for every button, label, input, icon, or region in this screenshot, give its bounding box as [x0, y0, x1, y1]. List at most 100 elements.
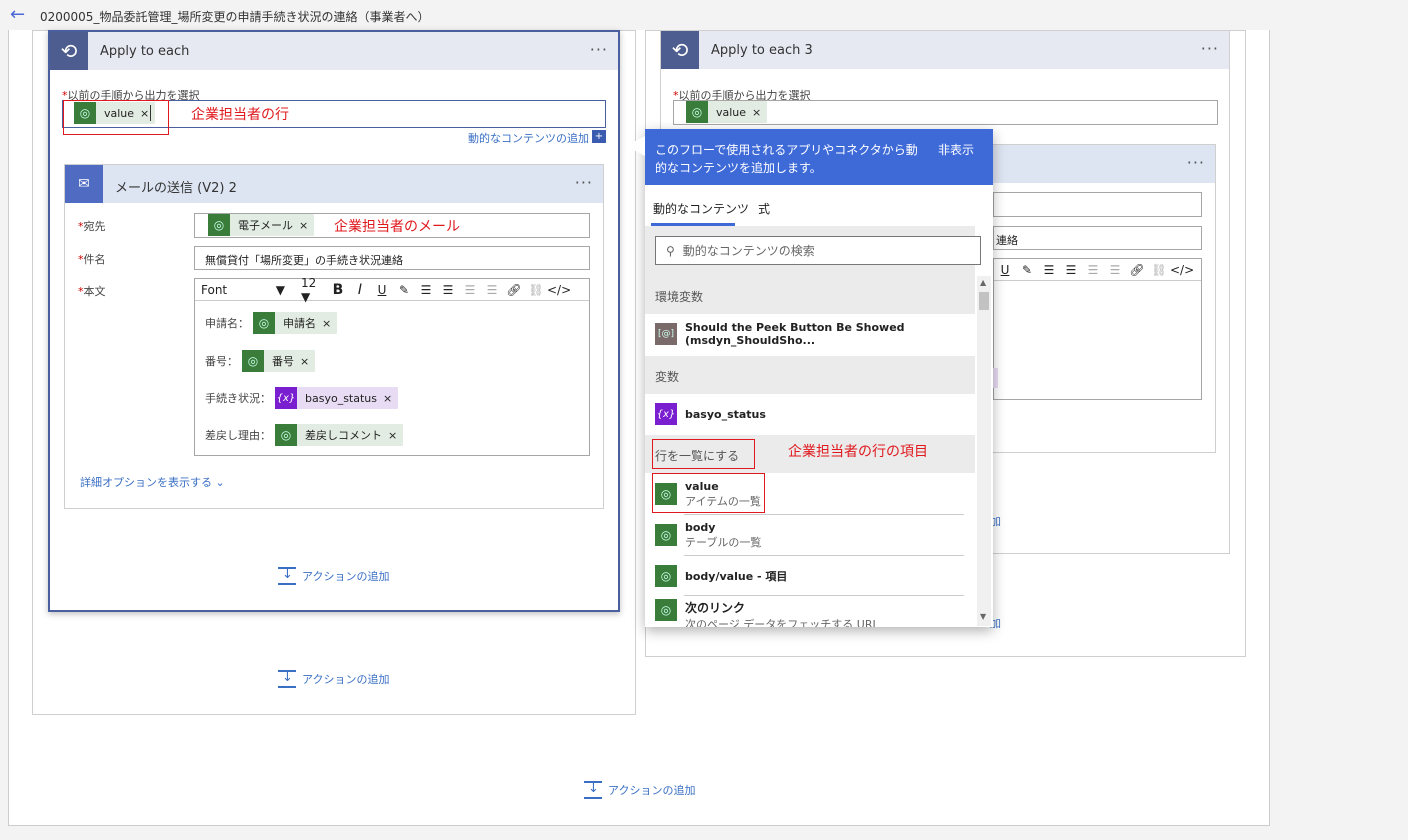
panel-description: このフローで使用されるアプリやコネクタから動的なコンテンツを追加します。: [655, 143, 918, 175]
panel-header: このフローで使用されるアプリやコネクタから動的なコンテンツを追加します。 非表示: [645, 129, 993, 185]
numbered-list-icon[interactable]: ☰: [1060, 263, 1082, 277]
annotation-box: [652, 473, 765, 513]
card-header[interactable]: ⟲ Apply to each ···: [50, 32, 618, 70]
dynamic-content-panel: このフローで使用されるアプリやコネクタから動的なコンテンツを追加します。 非表示…: [645, 129, 993, 627]
more-options-icon[interactable]: ···: [1201, 39, 1219, 58]
more-options-icon[interactable]: ···: [590, 40, 608, 59]
number-token[interactable]: ◎ 番号 ×: [242, 350, 316, 372]
remove-token-icon[interactable]: ×: [383, 392, 398, 405]
annotation-row-items: 企業担当者の行の項目: [788, 444, 928, 460]
indent-icon[interactable]: ☰: [1104, 263, 1126, 277]
add-action-button-inner[interactable]: アクションの追加: [278, 567, 389, 585]
remove-token-icon[interactable]: ×: [140, 107, 155, 120]
add-action-button-outer[interactable]: アクションの追加: [278, 670, 389, 688]
font-select[interactable]: Font ▼: [195, 283, 291, 297]
remove-token-icon[interactable]: ×: [388, 429, 403, 442]
dataverse-icon: ◎: [74, 102, 96, 124]
variable-icon: {x}: [275, 387, 297, 409]
subject-value: 無償貸付「場所変更」の手続き状況連絡: [205, 254, 403, 267]
list-item[interactable]: {x} basyo_status: [645, 394, 975, 434]
font-size-select[interactable]: 12 ▼: [291, 276, 327, 304]
to-label: *宛先: [78, 220, 106, 233]
dataverse-icon: ◎: [253, 312, 275, 334]
unlink-icon[interactable]: ⛓︎: [1148, 263, 1170, 277]
tab-dynamic-content[interactable]: 動的なコンテンツ: [653, 200, 749, 217]
link-icon[interactable]: 🔗︎: [503, 283, 525, 297]
body-line-2: 番号： ◎ 番号 ×: [205, 350, 316, 372]
annotation-row: 企業担当者の行: [191, 107, 289, 123]
right-to-input[interactable]: [993, 192, 1202, 217]
unlink-icon[interactable]: ⛓︎: [525, 283, 547, 297]
mail-more-options-icon[interactable]: ···: [1187, 153, 1205, 172]
numbered-list-icon[interactable]: ☰: [437, 283, 459, 297]
add-action-icon: [584, 781, 602, 799]
add-action-button-bottom[interactable]: アクションの追加: [584, 781, 695, 799]
mail-more-options-icon[interactable]: ···: [575, 173, 593, 192]
list-item[interactable]: ◎ 次のリンク 次のページ データをフェッチする URL: [645, 599, 975, 627]
divider: [684, 555, 964, 556]
card-title: Apply to each 3: [711, 43, 813, 58]
remove-token-icon[interactable]: ×: [752, 106, 767, 119]
scroll-up-icon[interactable]: ▲: [980, 278, 986, 287]
add-dynamic-icon[interactable]: +: [592, 130, 606, 143]
dataverse-icon: ◎: [686, 101, 708, 123]
dataverse-icon: ◎: [208, 214, 230, 236]
indent-icon[interactable]: ☰: [481, 283, 503, 297]
scrollbar[interactable]: ▲ ▼: [977, 276, 991, 626]
mail-card-header[interactable]: ✉ メールの送信 (V2) 2 ···: [65, 165, 603, 203]
list-item[interactable]: [@] Should the Peek Button Be Showed (ms…: [645, 314, 975, 354]
mail-card-title: メールの送信 (V2) 2: [115, 181, 237, 196]
code-view-icon[interactable]: </>: [547, 283, 571, 297]
value-token[interactable]: ◎ value ×: [74, 102, 156, 124]
value-token-right[interactable]: ◎ value ×: [686, 101, 768, 123]
remove-token-icon[interactable]: ×: [300, 355, 315, 368]
right-editor-toolbar: U ✎ ☰ ☰ ☰ ☰ 🔗︎ ⛓︎ </>: [994, 259, 1201, 281]
bullet-list-icon[interactable]: ☰: [1038, 263, 1060, 277]
bold-icon[interactable]: B: [327, 282, 349, 298]
add-action-icon: [278, 567, 296, 585]
show-advanced-options-link[interactable]: 詳細オプションを表示する ⌄: [80, 474, 225, 490]
variable-icon: {x}: [655, 403, 677, 425]
search-input[interactable]: ⚲ 動的なコンテンツの検索: [655, 236, 981, 265]
body-line-1: 申請名： ◎ 申請名 ×: [205, 312, 338, 334]
status-variable-token[interactable]: {x} basyo_status ×: [275, 387, 399, 409]
right-subject-input[interactable]: [993, 226, 1202, 250]
return-comment-token[interactable]: ◎ 差戻しコメント ×: [275, 424, 404, 446]
dataverse-icon: ◎: [242, 350, 264, 372]
email-token[interactable]: ◎ 電子メール ×: [208, 214, 315, 236]
add-dynamic-content-link[interactable]: 動的なコンテンツの追加: [468, 130, 589, 146]
dataverse-icon: ◎: [655, 565, 677, 587]
remove-token-icon[interactable]: ×: [299, 219, 314, 232]
top-bar: ← 0200005_物品委託管理_場所変更の申請手続き状況の連絡（事業者へ）: [0, 0, 1408, 30]
link-icon[interactable]: 🔗︎: [1126, 263, 1148, 277]
loop-icon: ⟲: [50, 32, 88, 70]
underline-icon[interactable]: U: [994, 263, 1016, 277]
outdent-icon[interactable]: ☰: [1082, 263, 1104, 277]
text-cursor: [150, 105, 151, 121]
scrollbar-thumb[interactable]: [979, 292, 989, 310]
body-line-4: 差戻し理由： ◎ 差戻しコメント ×: [205, 424, 404, 446]
hide-button[interactable]: 非表示: [938, 141, 974, 159]
remove-token-icon[interactable]: ×: [322, 317, 337, 330]
bullet-list-icon[interactable]: ☰: [415, 283, 437, 297]
italic-icon[interactable]: I: [349, 282, 371, 298]
flow-title: 0200005_物品委託管理_場所変更の申請手続き状況の連絡（事業者へ）: [40, 10, 430, 24]
chevron-down-icon: ⌄: [215, 476, 225, 489]
outdent-icon[interactable]: ☰: [459, 283, 481, 297]
section-variables: 変数: [645, 356, 975, 394]
loop-icon: ⟲: [661, 31, 699, 69]
application-name-token[interactable]: ◎ 申請名 ×: [253, 312, 338, 334]
back-arrow-icon[interactable]: ←: [10, 4, 25, 25]
highlight-icon[interactable]: ✎: [393, 283, 415, 297]
list-item[interactable]: ◎ body/value - 項目: [645, 557, 975, 595]
highlight-icon[interactable]: ✎: [1016, 263, 1038, 277]
card-header[interactable]: ⟲ Apply to each 3 ···: [661, 31, 1229, 69]
underline-icon[interactable]: U: [371, 283, 393, 297]
code-view-icon[interactable]: </>: [1170, 263, 1194, 277]
list-item[interactable]: ◎ body テーブルの一覧: [645, 516, 975, 554]
right-variable-token-fragment: [993, 368, 998, 388]
dataverse-icon: ◎: [655, 599, 677, 621]
tab-expression[interactable]: 式: [758, 200, 770, 217]
scroll-down-icon[interactable]: ▼: [980, 612, 986, 621]
annotation-box: [652, 439, 755, 469]
